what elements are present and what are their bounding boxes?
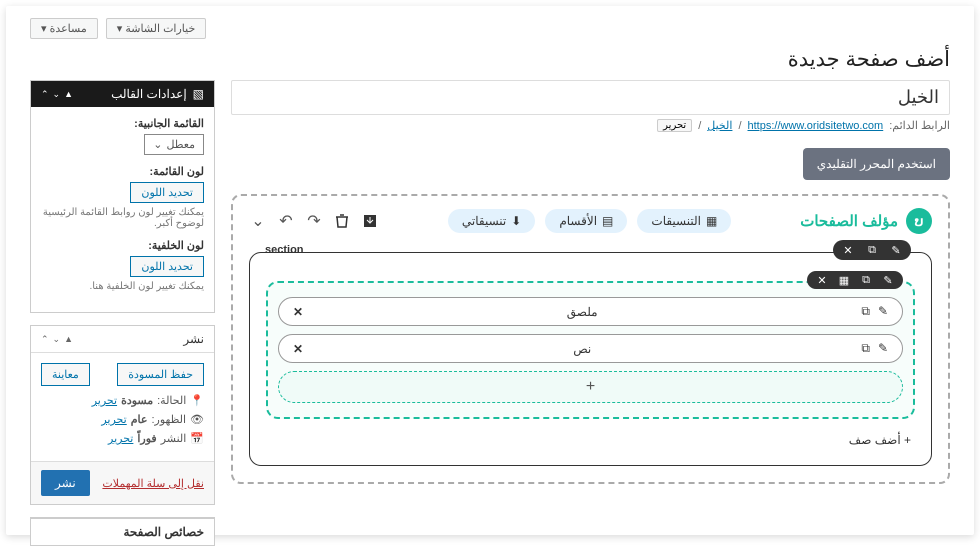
row-close-icon[interactable]: ✕ bbox=[815, 273, 829, 287]
page-title-input[interactable] bbox=[231, 80, 950, 115]
menu-color-hint: يمكنك تغيير لون روابط القائمة الرئيسية ل… bbox=[41, 207, 204, 229]
page-heading: أضف صفحة جديدة bbox=[30, 47, 950, 72]
row-edit-icon[interactable]: ✎ bbox=[881, 273, 895, 287]
add-element-button[interactable]: + bbox=[278, 371, 903, 403]
el-copy-icon[interactable]: ⧉ bbox=[861, 341, 870, 356]
el-close-icon[interactable]: ✕ bbox=[293, 305, 303, 319]
row-copy-icon[interactable]: ⧉ bbox=[859, 273, 873, 287]
section-toolbar: ✎ ⧉ ✕ bbox=[833, 240, 911, 260]
tab-my-layouts[interactable]: ⬇تنسيقاتي bbox=[448, 209, 535, 233]
edit-slug-button[interactable]: تحرير bbox=[657, 119, 692, 132]
el-close-icon[interactable]: ✕ bbox=[293, 342, 303, 356]
side-menu-select[interactable]: معطل ⌄ bbox=[144, 134, 204, 155]
trash-link[interactable]: نقل إلى سلة المهملات bbox=[102, 477, 204, 490]
theme-settings-box: ▧ إعدادات القالب ▲⌄ ⌃ القائمة الجانبية: مع… bbox=[30, 80, 215, 313]
undo-icon[interactable]: ↶ bbox=[277, 212, 295, 230]
element-text[interactable]: ✎⧉ نص ✕ bbox=[278, 334, 903, 363]
bg-color-label: لون الخلفية: bbox=[41, 239, 204, 252]
edit-icon[interactable]: ✎ bbox=[889, 243, 903, 257]
publish-box-title: نشر bbox=[183, 332, 204, 346]
menu-color-button[interactable]: تحديد اللون bbox=[130, 182, 204, 203]
composer-brand: مؤلف الصفحات bbox=[800, 212, 898, 230]
menu-color-label: لون القائمة: bbox=[41, 165, 204, 178]
el-copy-icon[interactable]: ⧉ bbox=[861, 304, 870, 319]
el-edit-icon[interactable]: ✎ bbox=[878, 341, 888, 356]
theme-icon: ▧ bbox=[193, 87, 204, 101]
publish-box: نشر ▲⌄⌃ حفظ المسودة معاينة 📍الحالة: مسود… bbox=[30, 325, 215, 505]
move-up-icon[interactable]: ⌃ bbox=[41, 334, 49, 345]
move-up-icon[interactable]: ⌃ bbox=[41, 89, 49, 100]
permalink-slug[interactable]: الخيل bbox=[707, 119, 732, 132]
download-icon[interactable] bbox=[361, 212, 379, 230]
permalink-url[interactable]: https://www.oridsitetwo.com bbox=[748, 120, 884, 132]
collapse-icon[interactable]: ▲ bbox=[64, 334, 73, 345]
tab-sections[interactable]: ▤الأقسام bbox=[545, 209, 627, 233]
page-attributes-box: خصائص الصفحة bbox=[30, 517, 215, 546]
theme-box-title: إعدادات القالب bbox=[111, 87, 187, 101]
collapse-icon[interactable]: ▲ bbox=[64, 89, 73, 100]
row-box: ✎ ⧉ ▦ ✕ ✎⧉ ملصق ✕ ✎⧉ bbox=[266, 281, 915, 419]
close-icon[interactable]: ✕ bbox=[841, 243, 855, 257]
trash-icon[interactable] bbox=[333, 212, 351, 230]
bg-color-hint: يمكنك تغيير لون الخلفية هنا. bbox=[41, 281, 204, 292]
chevron-down-icon[interactable]: ⌄ bbox=[249, 212, 267, 230]
eye-icon: 👁 bbox=[190, 413, 204, 426]
preview-button[interactable]: معاينة bbox=[41, 363, 90, 386]
row-toolbar: ✎ ⧉ ▦ ✕ bbox=[807, 271, 903, 289]
publish-button[interactable]: نشر bbox=[41, 470, 90, 496]
attrs-title: خصائص الصفحة bbox=[31, 518, 214, 545]
row-columns-icon[interactable]: ▦ bbox=[837, 273, 851, 287]
screen-options-button[interactable]: خيارات الشاشة ▾ bbox=[106, 18, 207, 39]
edit-schedule[interactable]: تحرير bbox=[108, 432, 133, 445]
move-down-icon[interactable]: ⌄ bbox=[53, 89, 61, 100]
tab-layouts[interactable]: ▦التنسيقات bbox=[637, 209, 731, 233]
el-edit-icon[interactable]: ✎ bbox=[878, 304, 888, 319]
edit-status[interactable]: تحرير bbox=[92, 394, 117, 407]
help-button[interactable]: مساعدة ▾ bbox=[30, 18, 98, 39]
save-draft-button[interactable]: حفظ المسودة bbox=[117, 363, 204, 386]
redo-icon[interactable]: ↷ bbox=[305, 212, 323, 230]
bg-color-button[interactable]: تحديد اللون bbox=[130, 256, 204, 277]
classic-editor-button[interactable]: استخدم المحرر التقليدي bbox=[803, 148, 950, 180]
pin-icon: 📍 bbox=[190, 394, 204, 407]
edit-visibility[interactable]: تحرير bbox=[101, 413, 126, 426]
section-box: ✎ ⧉ ✕ ✎ ⧉ ▦ ✕ ✎ ⧉ bbox=[249, 252, 932, 466]
calendar-icon: 📅 bbox=[190, 432, 204, 445]
element-label[interactable]: ✎⧉ ملصق ✕ bbox=[278, 297, 903, 326]
add-row-button[interactable]: + أضف صف bbox=[266, 429, 915, 451]
permalink-label: الرابط الدائم: bbox=[889, 119, 950, 132]
brand-icon: ບ bbox=[906, 208, 932, 234]
page-composer: ORIDSITE.COM ບ مؤلف الصفحات ▦التنسيقات ▤… bbox=[231, 194, 950, 484]
move-down-icon[interactable]: ⌄ bbox=[53, 334, 61, 345]
side-menu-label: القائمة الجانبية: bbox=[41, 117, 204, 130]
copy-icon[interactable]: ⧉ bbox=[865, 243, 879, 257]
